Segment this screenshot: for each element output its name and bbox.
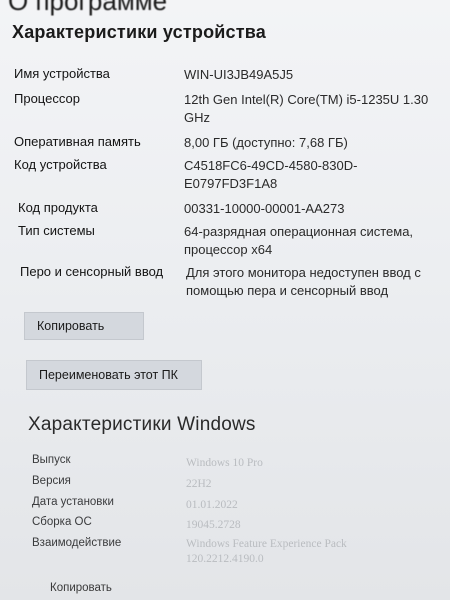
spec-label: Код продукта: [18, 200, 98, 215]
spec-label: Версия: [32, 475, 71, 487]
spec-label: Тип системы: [18, 223, 95, 238]
device-specs-heading: Характеристики устройства: [12, 22, 266, 42]
copy-button[interactable]: Копировать: [24, 312, 144, 340]
spec-label: Выпуск: [32, 454, 71, 466]
spec-value: C4518FC6-49CD-4580-830D-E0797FD3F1A8: [184, 158, 358, 191]
spec-value: 12th Gen Intel(R) Core(TM) i5-1235U 1.30…: [184, 92, 429, 125]
spec-value: 19045.2728: [186, 519, 241, 531]
spec-value: Для этого монитора недоступен ввод с пом…: [186, 265, 421, 298]
spec-label: Оперативная память: [14, 134, 141, 149]
spec-label: Процессор: [14, 91, 80, 106]
spec-value: Windows Feature Experience Pack 120.2212…: [186, 538, 347, 565]
page-title: О программе: [8, 0, 168, 16]
spec-value: 22H2: [186, 478, 212, 490]
spec-value: 64-разрядная операционная система, проце…: [184, 224, 414, 257]
spec-value: WIN-UI3JB49A5J5: [184, 67, 294, 82]
spec-value: 8,00 ГБ (доступно: 7,68 ГБ): [184, 135, 348, 150]
windows-copy-link[interactable]: Копировать: [50, 582, 112, 594]
spec-value: 00331-10000-00001-AA273: [184, 201, 345, 216]
spec-value: 01.01.2022: [186, 499, 238, 511]
spec-label: Имя устройства: [14, 66, 110, 81]
spec-label: Код устройства: [14, 157, 107, 172]
rename-pc-button[interactable]: Переименовать этот ПК: [26, 360, 202, 390]
windows-specs-heading: Характеристики Windows: [28, 414, 256, 435]
spec-label: Дата установки: [32, 496, 114, 508]
spec-label: Сборка ОС: [32, 516, 92, 528]
spec-value: Windows 10 Pro: [186, 457, 263, 469]
spec-label: Перо и сенсорный ввод: [20, 264, 164, 279]
spec-label: Взаимодействие: [32, 537, 122, 549]
